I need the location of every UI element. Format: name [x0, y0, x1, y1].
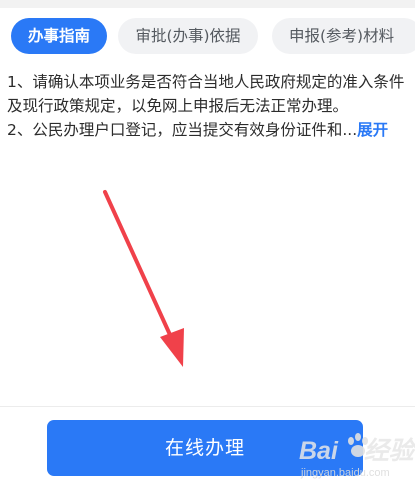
red-arrow-head — [160, 328, 184, 367]
baidu-paw-icon — [348, 433, 368, 457]
watermark-url: jingyan.baidu.com — [301, 467, 390, 479]
baidu-watermark: Bai 经验 jingyan.baidu.com — [299, 429, 414, 483]
red-arrow-shaft — [103, 190, 173, 339]
